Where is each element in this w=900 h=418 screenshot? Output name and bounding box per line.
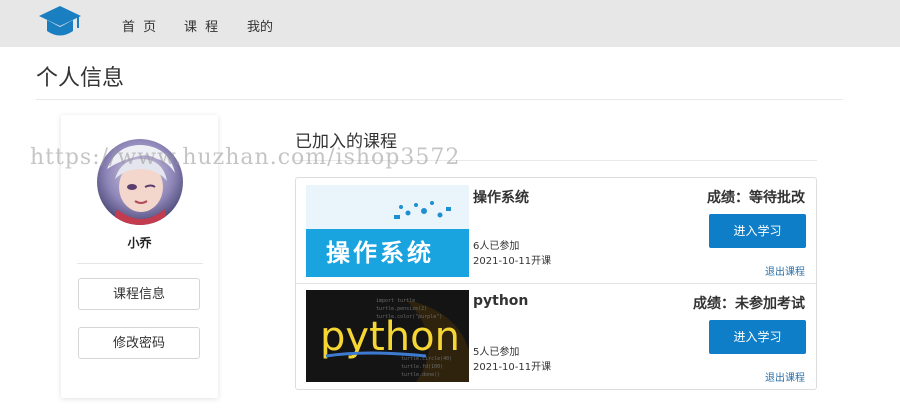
course-thumbnail-text: 操作系统 — [326, 239, 434, 267]
profile-card: 小乔 课程信息 修改密码 — [61, 115, 218, 398]
course-members: 5人已参加 — [473, 347, 520, 358]
username: 小乔 — [127, 236, 152, 250]
svg-text:import turtle: import turtle — [376, 298, 415, 304]
course-item: import turtle turtle.pensize(2) turtle.c… — [296, 284, 816, 389]
course-thumbnail[interactable]: 操作系统 — [306, 185, 469, 277]
course-score: 成绩：等待批改 — [707, 190, 805, 206]
nav-courses[interactable]: 课 程 — [184, 16, 220, 35]
svg-text:turtle.fd(100): turtle.fd(100) — [401, 364, 443, 370]
course-item: 操作系统 操作系统 6人已参加 2021-10-11开课 成绩：等待批改 进入学… — [296, 178, 816, 284]
course-info-button[interactable]: 课程信息 — [78, 278, 200, 310]
course-score: 成绩：未参加考试 — [693, 296, 805, 312]
exit-course-link[interactable]: 退出课程 — [765, 369, 805, 384]
nav-mine[interactable]: 我的 — [247, 16, 273, 35]
change-password-button[interactable]: 修改密码 — [78, 327, 200, 359]
title-divider — [36, 99, 843, 100]
course-start-date: 2021-10-11开课 — [473, 362, 552, 373]
svg-text:turtle.done(): turtle.done() — [401, 372, 440, 378]
avatar — [97, 139, 183, 225]
courses-heading: 已加入的课程 — [295, 132, 397, 152]
course-name[interactable]: 操作系统 — [473, 187, 529, 207]
svg-text:turtle.pensize(2): turtle.pensize(2) — [376, 306, 427, 312]
page-title: 个人信息 — [36, 66, 125, 91]
exit-course-link[interactable]: 退出课程 — [765, 263, 805, 278]
nav-home[interactable]: 首 页 — [122, 16, 158, 35]
enter-study-button[interactable]: 进入学习 — [709, 214, 806, 248]
enter-study-button[interactable]: 进入学习 — [709, 320, 806, 354]
course-members: 6人已参加 — [473, 241, 520, 252]
graduation-cap-icon[interactable] — [38, 4, 82, 40]
course-list: 操作系统 操作系统 6人已参加 2021-10-11开课 成绩：等待批改 进入学… — [295, 177, 817, 390]
course-thumbnail[interactable]: import turtle turtle.pensize(2) turtle.c… — [306, 290, 469, 382]
course-start-date: 2021-10-11开课 — [473, 256, 552, 267]
courses-divider — [295, 160, 817, 161]
top-nav: 首 页 课 程 我的 — [0, 0, 900, 47]
profile-divider — [77, 263, 203, 264]
course-name[interactable]: python — [473, 293, 528, 309]
